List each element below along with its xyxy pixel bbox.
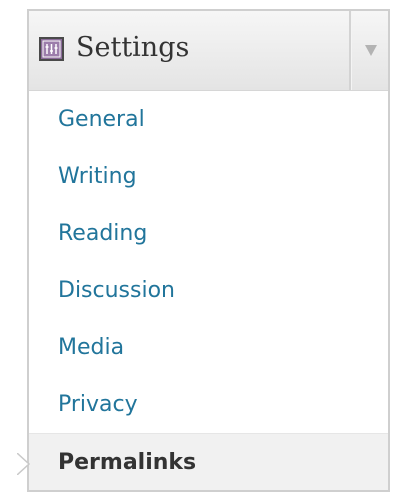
menu-title[interactable]: Settings: [76, 31, 189, 65]
submenu-item-label[interactable]: Reading: [58, 221, 147, 246]
submenu-item-discussion[interactable]: Discussion: [29, 262, 388, 319]
settings-menu: Settings General Writing Reading Discuss…: [17, 9, 390, 492]
settings-icon: [39, 37, 64, 61]
submenu-item-label[interactable]: Discussion: [58, 278, 175, 303]
submenu-item-writing[interactable]: Writing: [29, 148, 388, 205]
submenu-item-media[interactable]: Media: [29, 319, 388, 376]
current-item-arrow-icon: [17, 453, 30, 475]
submenu-item-label[interactable]: Media: [58, 335, 124, 360]
submenu-item-label[interactable]: Privacy: [58, 392, 138, 417]
submenu-item-general[interactable]: General: [29, 91, 388, 148]
submenu-item-reading[interactable]: Reading: [29, 205, 388, 262]
triangle-down-icon: [365, 45, 377, 56]
submenu-item-permalinks[interactable]: Permalinks: [17, 433, 388, 490]
submenu-item-label[interactable]: General: [58, 107, 145, 132]
submenu-item-label[interactable]: Writing: [58, 164, 137, 189]
settings-menu-header[interactable]: Settings: [29, 11, 388, 91]
menu-toggle-button[interactable]: [352, 11, 388, 90]
submenu-list: General Writing Reading Discussion Media…: [17, 91, 388, 490]
submenu-item-label[interactable]: Permalinks: [58, 450, 196, 475]
submenu-item-privacy[interactable]: Privacy: [29, 376, 388, 433]
